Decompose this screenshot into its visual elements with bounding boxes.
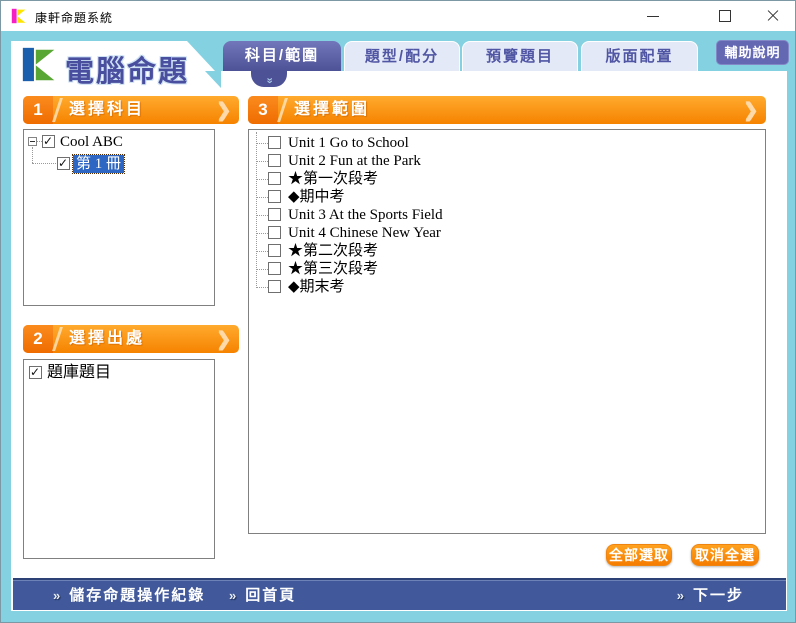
next-step-link[interactable]: » 下一步 xyxy=(677,580,744,612)
range-item-checkbox[interactable] xyxy=(268,244,281,257)
maximize-button[interactable] xyxy=(708,1,742,31)
list-item: ◆期末考 xyxy=(249,278,765,298)
banner-separator xyxy=(52,327,63,351)
brand-k-icon xyxy=(22,47,55,82)
range-item-label[interactable]: Unit 3 At the Sports Field xyxy=(288,206,443,224)
tab-subject-range[interactable]: 科目/範圍 xyxy=(223,41,341,71)
range-item-checkbox[interactable] xyxy=(268,208,281,221)
source-item-label[interactable]: 題庫題目 xyxy=(47,364,111,382)
chevron-right-icon: ❯ xyxy=(215,329,231,349)
tab-question-type[interactable]: 題型/配分 xyxy=(344,41,460,71)
banner-separator xyxy=(52,98,63,122)
step3-banner: 3 選擇範圍 ❯ xyxy=(248,96,766,124)
step1-banner: 1 選擇科目 ❯ xyxy=(23,96,239,124)
app-title: 電腦命題 xyxy=(65,56,190,88)
range-item-label[interactable]: ★第三次段考 xyxy=(288,260,378,278)
range-item-checkbox[interactable] xyxy=(268,172,281,185)
arrow-right-icon: » xyxy=(676,588,686,603)
tree-collapse-toggle[interactable] xyxy=(28,137,37,146)
step2-banner: 2 選擇出處 ❯ xyxy=(23,325,239,353)
maximize-icon xyxy=(719,10,731,22)
step3-number: 3 xyxy=(248,96,278,124)
range-list-box: Unit 1 Go to School Unit 2 Fun at the Pa… xyxy=(248,129,766,534)
range-item-label[interactable]: ◆期末考 xyxy=(288,278,345,296)
close-button[interactable] xyxy=(756,1,790,31)
step3-title: 選擇範圍 xyxy=(294,101,371,118)
subject-root-label[interactable]: Cool ABC xyxy=(60,133,123,151)
range-item-label[interactable]: ◆期中考 xyxy=(288,188,345,206)
step2-number: 2 xyxy=(23,325,53,353)
chevron-right-icon: ❯ xyxy=(215,100,231,120)
select-all-button[interactable]: 全部選取 xyxy=(606,544,672,566)
help-button[interactable]: 輔助說明 xyxy=(716,40,789,65)
chevron-down-icon: » xyxy=(263,77,276,84)
range-item-checkbox[interactable] xyxy=(268,154,281,167)
range-item-checkbox[interactable] xyxy=(268,136,281,149)
app-window: 康軒命題系統 電腦命題 科目/範圍 題型/配分 預覽題目 版面配置 » 輔助說明… xyxy=(0,0,796,623)
range-item-label[interactable]: ★第二次段考 xyxy=(288,242,378,260)
active-tab-pointer: » xyxy=(251,70,287,87)
step1-title: 選擇科目 xyxy=(69,101,146,118)
subject-tree-box: Cool ABC 第 1 冊 xyxy=(23,129,215,306)
subject-volume-checkbox[interactable] xyxy=(57,156,70,170)
minimize-icon xyxy=(647,16,659,17)
range-item-label[interactable]: Unit 4 Chinese New Year xyxy=(288,224,441,242)
chevron-right-icon: ❯ xyxy=(742,100,758,120)
range-item-checkbox[interactable] xyxy=(268,262,281,275)
title-bar: 康軒命題系統 xyxy=(1,1,795,31)
home-link[interactable]: » 回首頁 xyxy=(229,580,296,612)
range-item-label[interactable]: ★第一次段考 xyxy=(288,170,378,188)
range-item-checkbox[interactable] xyxy=(268,226,281,239)
subject-root-checkbox[interactable] xyxy=(42,134,55,148)
save-record-link[interactable]: » 儲存命題操作紀錄 xyxy=(53,580,205,612)
source-list-box: 題庫題目 xyxy=(23,359,215,559)
tab-layout[interactable]: 版面配置 xyxy=(581,41,698,71)
range-item-checkbox[interactable] xyxy=(268,280,281,293)
subject-volume-label[interactable]: 第 1 冊 xyxy=(71,154,126,174)
range-item-label[interactable]: Unit 1 Go to School xyxy=(288,134,409,152)
app-logo-icon xyxy=(11,8,26,24)
range-item-checkbox[interactable] xyxy=(268,190,281,203)
banner-separator xyxy=(277,98,288,122)
footer-bar: » 儲存命題操作紀錄 » 回首頁 » 下一步 xyxy=(13,578,786,610)
source-item-checkbox[interactable] xyxy=(29,365,42,379)
arrow-right-icon: » xyxy=(53,588,63,603)
tab-preview[interactable]: 預覽題目 xyxy=(462,41,578,71)
arrow-right-icon: » xyxy=(229,588,239,603)
range-item-label[interactable]: Unit 2 Fun at the Park xyxy=(288,152,421,170)
deselect-all-button[interactable]: 取消全選 xyxy=(691,544,759,566)
step1-number: 1 xyxy=(23,96,53,124)
step2-title: 選擇出處 xyxy=(69,330,146,347)
minimize-button[interactable] xyxy=(636,1,670,31)
window-title: 康軒命題系統 xyxy=(35,11,114,25)
